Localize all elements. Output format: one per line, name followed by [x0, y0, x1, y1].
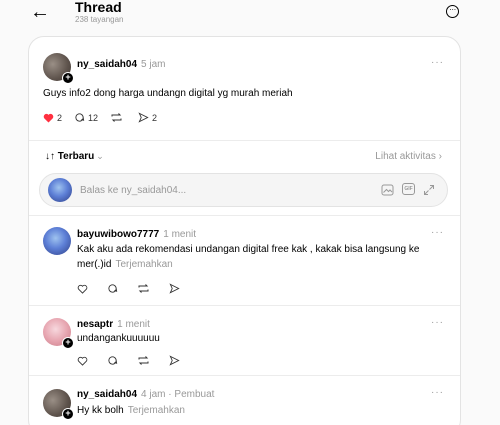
send-icon [169, 283, 180, 294]
follow-plus-icon[interactable]: + [62, 408, 74, 420]
comment-more-icon[interactable]: ··· [431, 317, 444, 328]
post-text: Guys info2 dong harga undangn digital yg… [43, 88, 293, 99]
repost-icon [138, 284, 149, 293]
post-author: ny_saidah04 5 jam [77, 59, 166, 70]
reply-input[interactable]: Balas ke ny_saidah04... GIF [39, 173, 448, 207]
comment-time: 1 menit [163, 229, 197, 240]
heart-filled-icon [43, 113, 54, 123]
repost-icon [111, 113, 122, 122]
comment-text: undangankuuuuuu [77, 333, 160, 344]
image-icon[interactable] [381, 183, 394, 201]
gif-icon[interactable]: GIF [402, 183, 415, 195]
reply-button[interactable] [107, 355, 121, 366]
comment-text: Kak aku ada rekomendasi undangan digital… [77, 244, 420, 255]
activity-label: Lihat aktivitas [375, 151, 436, 162]
view-activity-link[interactable]: Lihat aktivitas › [375, 151, 442, 162]
ellipsis-circle-icon[interactable]: ··· [446, 5, 459, 18]
comment-text-cont: mer(.)id [77, 259, 112, 270]
comment-more-icon[interactable]: ··· [431, 227, 444, 238]
comment-icon [108, 284, 118, 293]
reply-button[interactable] [107, 283, 121, 294]
view-count: 238 tayangan [75, 15, 124, 24]
share-button[interactable] [169, 283, 183, 294]
avatar[interactable] [43, 227, 71, 255]
post-time: 5 jam [141, 59, 166, 70]
share-button[interactable] [169, 355, 183, 366]
divider [29, 140, 460, 141]
heart-icon [77, 284, 88, 294]
like-button[interactable] [77, 356, 91, 366]
repost-button[interactable] [137, 283, 153, 294]
top-bar: ← Thread 238 tayangan ··· [0, 0, 500, 36]
meta-separator: · [168, 389, 172, 400]
expand-icon[interactable] [423, 183, 435, 201]
sort-label: Terbaru [57, 151, 95, 162]
post-username[interactable]: ny_saidah04 [77, 59, 137, 70]
avatar [48, 178, 72, 202]
send-icon [138, 112, 149, 123]
like-button[interactable]: 2 [43, 113, 62, 123]
comment-text: Hy kk bolh [77, 405, 124, 416]
avatar[interactable]: + [43, 53, 74, 84]
follow-plus-icon[interactable]: + [62, 72, 74, 84]
reply-placeholder: Balas ke ny_saidah04... [80, 185, 187, 196]
author-tag: Pembuat [174, 389, 215, 400]
follow-plus-icon[interactable]: + [62, 337, 74, 349]
repost-icon [138, 356, 149, 365]
reply-tools: GIF [381, 183, 435, 201]
avatar[interactable]: + [43, 389, 74, 420]
avatar[interactable]: + [43, 318, 74, 349]
page-title: Thread [75, 0, 122, 15]
reply-button[interactable]: 12 [74, 112, 98, 123]
comment-icon [75, 113, 85, 122]
comment-author: ny_saidah04 4 jam · Pembuat [77, 389, 214, 400]
comment-author: nesaptr 1 menit [77, 319, 150, 330]
back-arrow-icon[interactable]: ← [30, 2, 50, 22]
translate-link[interactable]: Terjemahkan [128, 405, 185, 416]
translate-link[interactable]: Terjemahkan [115, 259, 172, 270]
comment-time: 1 menit [117, 319, 150, 330]
comment-icon [108, 356, 118, 365]
comment-time: 4 jam [141, 389, 166, 400]
comment-author: bayuwibowo7777 1 menit [77, 229, 196, 240]
send-icon [169, 355, 180, 366]
heart-icon [77, 356, 88, 366]
comment-actions [77, 283, 195, 294]
divider [29, 305, 460, 306]
divider [29, 215, 460, 216]
comment-actions [77, 355, 195, 366]
title-block: Thread 238 tayangan [75, 0, 124, 24]
comment-username[interactable]: bayuwibowo7777 [77, 229, 159, 240]
repost-button[interactable] [137, 355, 153, 366]
divider [29, 375, 460, 376]
sort-arrows-icon: ↓↑ [45, 151, 55, 162]
reply-count: 12 [88, 112, 99, 123]
share-count: 2 [152, 112, 158, 123]
comment-username[interactable]: ny_saidah04 [77, 389, 137, 400]
sort-dropdown[interactable]: ↓↑ Terbaru ⌄ [45, 151, 104, 162]
repost-button[interactable] [110, 112, 126, 123]
share-button[interactable]: 2 [138, 112, 157, 123]
thread-card: + ny_saidah04 5 jam ··· Guys info2 dong h… [28, 36, 461, 425]
chevron-right-icon: › [438, 151, 442, 162]
comment-username[interactable]: nesaptr [77, 319, 113, 330]
like-button[interactable] [77, 284, 91, 294]
post-more-icon[interactable]: ··· [431, 57, 444, 68]
comment-text-line2: mer(.)id Terjemahkan [77, 259, 173, 270]
chevron-down-icon: ⌄ [96, 151, 104, 161]
post-actions: 2 12 2 [43, 112, 169, 123]
comment-text-row: Hy kk bolh Terjemahkan [77, 405, 185, 416]
like-count: 2 [57, 112, 63, 123]
comment-more-icon[interactable]: ··· [431, 387, 444, 398]
